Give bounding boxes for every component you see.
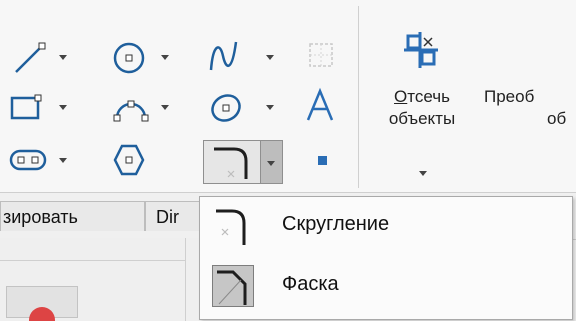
chamfer-icon	[212, 265, 254, 307]
fillet-icon	[212, 205, 254, 247]
trim-entities-label[interactable]: Отсечь объекты	[370, 86, 474, 130]
circle-dropdown-arrow[interactable]	[160, 52, 170, 62]
menu-item-fillet[interactable]: Скругление	[206, 201, 566, 251]
tab-direct-editing[interactable]: Dir	[145, 201, 205, 231]
menu-item-chamfer-label: Фаска	[282, 273, 339, 295]
panel-toolbar-button[interactable]	[6, 286, 78, 321]
fillet-dropdown-arrow[interactable]	[261, 140, 283, 184]
trim-entities-dropdown-arrow[interactable]	[418, 168, 428, 178]
tab-evaluate[interactable]: зировать	[0, 201, 145, 231]
circle-icon[interactable]	[109, 38, 149, 78]
text-icon[interactable]	[300, 86, 340, 126]
line-icon[interactable]	[10, 38, 50, 78]
rectangle-icon[interactable]	[8, 88, 48, 128]
fillet-icon[interactable]	[203, 140, 261, 184]
fillet-dropdown-menu: Скругление Фаска	[199, 196, 573, 320]
panel-divider	[0, 260, 185, 261]
line-dropdown-arrow[interactable]	[58, 52, 68, 62]
fillet-split-button[interactable]	[203, 140, 283, 184]
arc-icon[interactable]	[111, 88, 151, 128]
panel-divider-vertical	[185, 238, 186, 321]
slot-icon[interactable]	[8, 140, 48, 180]
group-separator	[358, 6, 359, 188]
point-icon[interactable]	[302, 140, 342, 180]
menu-item-chamfer[interactable]: Фаска	[206, 261, 566, 311]
feature-manager-panel	[0, 238, 200, 321]
ellipse-dropdown-arrow[interactable]	[265, 102, 275, 112]
menu-item-fillet-label: Скругление	[282, 213, 390, 235]
ribbon: Отсечь объекты Преоб об	[0, 0, 576, 192]
slot-dropdown-arrow[interactable]	[58, 155, 68, 165]
ellipse-icon[interactable]	[206, 88, 246, 128]
arc-dropdown-arrow[interactable]	[160, 102, 170, 112]
spline-icon[interactable]	[206, 36, 246, 76]
polygon-icon[interactable]	[109, 140, 149, 180]
record-icon	[29, 307, 55, 321]
convert-entities-label[interactable]: Преоб об	[484, 86, 576, 130]
spline-dropdown-arrow[interactable]	[265, 52, 275, 62]
rectangle-dropdown-arrow[interactable]	[58, 102, 68, 112]
trim-entities-icon[interactable]	[396, 26, 444, 74]
grid-icon[interactable]	[302, 36, 342, 76]
